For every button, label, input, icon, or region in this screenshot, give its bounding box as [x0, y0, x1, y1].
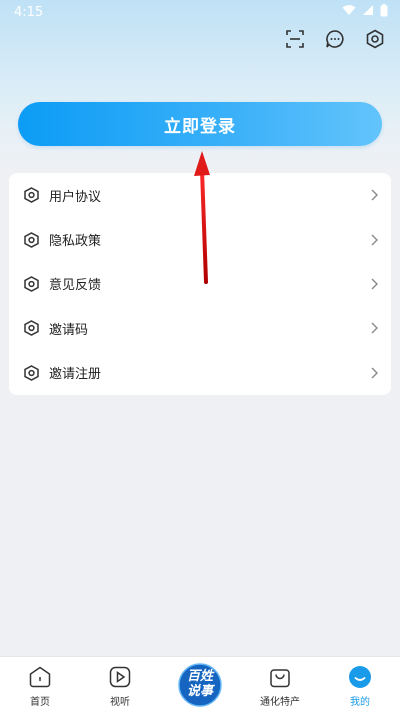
message-icon[interactable] [324, 28, 346, 50]
hexagon-icon [23, 187, 39, 204]
hexagon-icon [23, 276, 39, 292]
nav-item-video[interactable]: 视听 [80, 657, 160, 712]
header-actions [284, 28, 386, 50]
wifi-icon [342, 4, 356, 20]
menu-item-label: 意见反馈 [49, 278, 102, 294]
menu-item-user-agreement[interactable]: 用户协议 [9, 173, 391, 217]
hexagon-icon [23, 231, 39, 248]
nav-item-specialty[interactable]: 通化特产 [240, 657, 320, 712]
home-icon [27, 664, 53, 690]
settings-icon[interactable] [364, 28, 386, 50]
header-background [0, 0, 400, 175]
nav-label: 我的 [350, 697, 370, 708]
menu-item-label: 邀请码 [49, 322, 89, 338]
menu-item-label: 隐私政策 [49, 234, 102, 250]
hexagon-icon [23, 320, 39, 337]
chevron-right-icon [369, 366, 379, 380]
nav-label: 首页 [30, 697, 50, 708]
chevron-right-icon [369, 321, 379, 335]
login-button[interactable]: 立即登录 [18, 102, 382, 146]
center-logo-text: 百姓 说事 [175, 669, 225, 699]
shopping-bag-icon [267, 664, 293, 690]
scan-icon[interactable] [284, 28, 306, 50]
chevron-right-icon [369, 233, 379, 247]
center-logo-button[interactable]: 百姓 说事 [175, 660, 225, 710]
nav-item-profile[interactable]: 我的 [320, 657, 400, 712]
chevron-right-icon [369, 188, 379, 202]
battery-icon [380, 3, 388, 21]
nav-item-home[interactable]: 首页 [0, 657, 80, 712]
login-button-label: 立即登录 [164, 116, 236, 137]
status-bar: 4:15 [0, 0, 400, 24]
status-time: 4:15 [14, 4, 44, 20]
chevron-right-icon [369, 277, 379, 291]
nav-label: 通化特产 [260, 697, 300, 708]
menu-item-label: 用户协议 [49, 189, 102, 205]
play-icon [107, 664, 133, 690]
center-logo-line-1: 百姓 [186, 669, 213, 684]
center-logo-line-2: 说事 [186, 684, 213, 699]
nav-label: 视听 [110, 697, 130, 708]
status-icons [342, 3, 388, 21]
menu-item-label: 邀请注册 [49, 367, 102, 383]
menu-item-invite-register[interactable]: 邀请注册 [9, 351, 391, 395]
menu-item-invite-code[interactable]: 邀请码 [9, 306, 391, 350]
menu-card: 用户协议 隐私政策 意见反馈 邀请码 邀请注册 [9, 173, 391, 395]
menu-item-feedback[interactable]: 意见反馈 [9, 262, 391, 306]
profile-icon [347, 664, 373, 690]
hexagon-icon [23, 364, 39, 381]
menu-item-privacy-policy[interactable]: 隐私政策 [9, 217, 391, 261]
signal-icon [362, 4, 374, 20]
